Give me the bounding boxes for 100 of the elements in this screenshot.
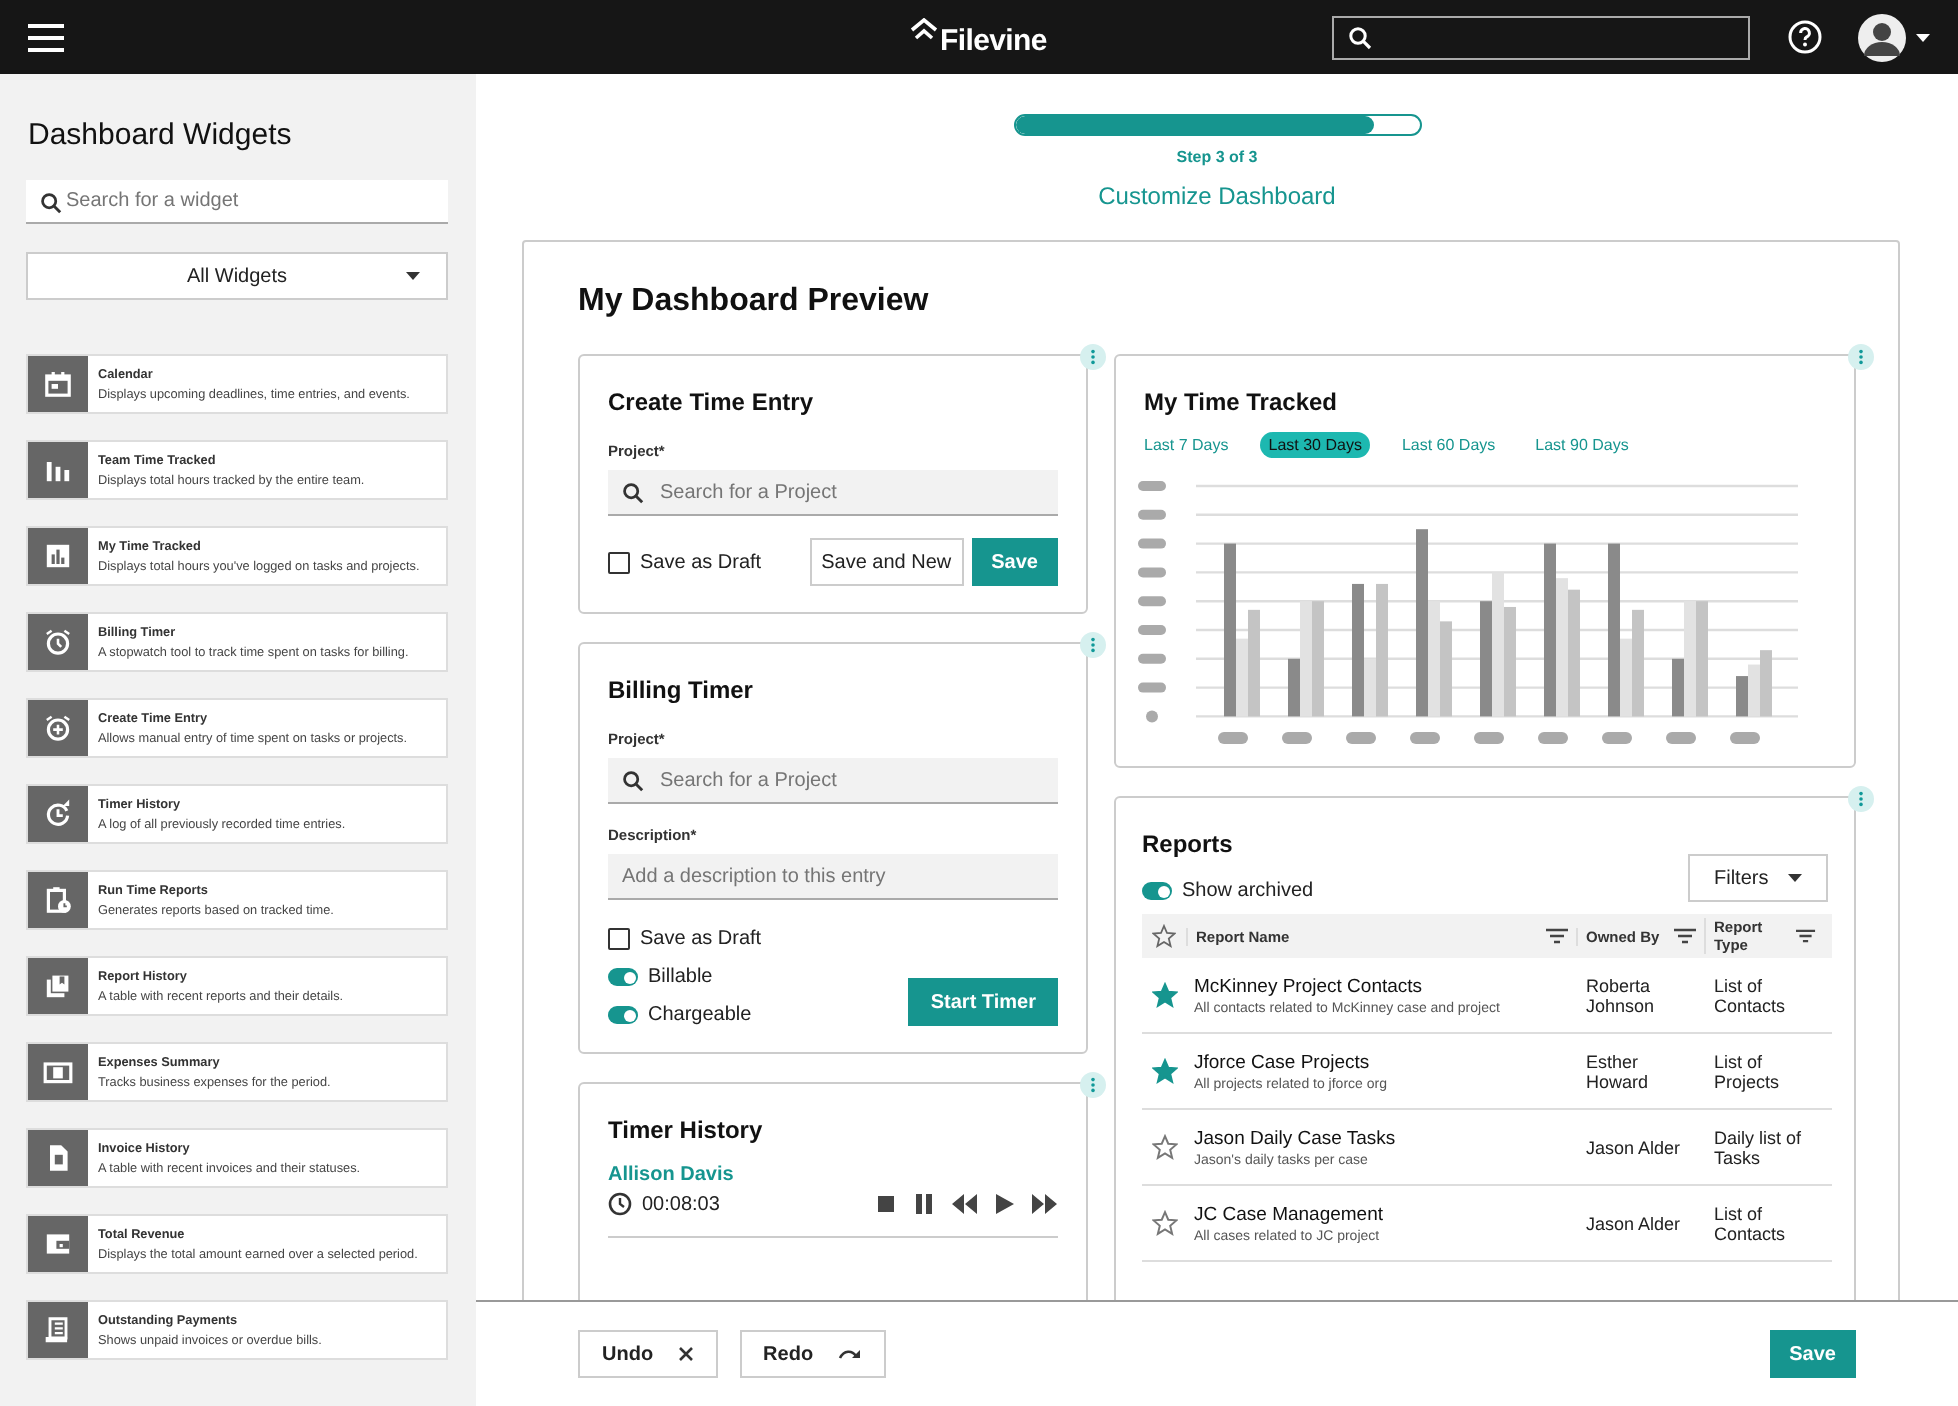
report-name[interactable]: Jason Daily Case Tasks: [1194, 1127, 1576, 1149]
card-title: Timer History: [608, 1116, 765, 1144]
search-icon: [1348, 25, 1372, 49]
step-title: Customize Dashboard: [1098, 182, 1336, 210]
range-tab[interactable]: Last 30 Days: [1260, 432, 1370, 458]
checkbox[interactable]: [608, 928, 630, 950]
range-tab[interactable]: Last 7 Days: [1136, 432, 1237, 458]
project-search-field[interactable]: Search for a Project: [608, 758, 1058, 804]
preview-title: My Dashboard Preview: [578, 284, 931, 320]
table-cell: Daily list of Tasks: [1714, 1127, 1802, 1167]
sidebar-title: Dashboard Widgets: [28, 118, 294, 152]
axis-label-placeholder: [1138, 509, 1166, 520]
save-button[interactable]: Save: [1769, 1330, 1856, 1378]
person-link[interactable]: Allison Davis: [608, 1164, 1058, 1186]
search-field[interactable]: [1332, 15, 1750, 59]
table-cell: List of Projects: [1714, 1051, 1780, 1091]
logo-text: Filevine: [940, 24, 1047, 58]
description-field[interactable]: Add a description to this entry: [608, 854, 1058, 900]
play-icon[interactable]: [996, 1194, 1014, 1214]
range-tab[interactable]: Last 60 Days: [1393, 432, 1504, 458]
axis-label-placeholder: [1538, 732, 1568, 744]
checkbox[interactable]: [608, 551, 630, 573]
toggle-label: Chargeable: [648, 1004, 752, 1026]
card-title: Reports: [1142, 830, 1235, 858]
star-filled-icon[interactable]: [1151, 982, 1177, 1008]
axis-label-placeholder: [1218, 732, 1248, 744]
elapsed-time: 00:08:03: [642, 1193, 720, 1215]
checkbox-label: Save as Draft: [640, 928, 762, 950]
more-options-icon[interactable]: [1080, 344, 1106, 370]
help-icon[interactable]: [1788, 20, 1822, 54]
rewind-icon[interactable]: [952, 1194, 978, 1214]
axis-label-placeholder: [1346, 732, 1376, 744]
search-icon: [622, 770, 644, 792]
card-title: My Time Tracked: [1144, 388, 1339, 416]
axis-label-placeholder: [1138, 567, 1166, 578]
table-cell: Roberta Johnson: [1586, 975, 1655, 1015]
clipboard-clock-icon: [42, 884, 74, 916]
star-filled-icon[interactable]: [1151, 1058, 1177, 1084]
clock-icon: [608, 1192, 632, 1216]
bar-chart-icon: [42, 540, 74, 572]
card-title: Create Time Entry: [608, 388, 815, 416]
report-name[interactable]: McKinney Project Contacts: [1194, 975, 1576, 997]
widget-search-field[interactable]: Search for a widget: [26, 180, 448, 224]
avatar-icon[interactable]: [1858, 13, 1906, 61]
report-name[interactable]: Jforce Case Projects: [1194, 1051, 1576, 1073]
caret-icon: [406, 272, 420, 280]
axis-label-placeholder: [1138, 625, 1166, 635]
filter-icon[interactable]: [1546, 928, 1568, 944]
history-icon: [42, 798, 74, 830]
wallet-icon: [42, 1228, 74, 1260]
alarm-clock-icon: [42, 626, 74, 658]
fast-forward-icon[interactable]: [1032, 1194, 1058, 1214]
calendar-icon: [42, 368, 74, 400]
project-search-field[interactable]: Search for a Project: [608, 470, 1058, 516]
table-cell: Jason Alder: [1586, 1137, 1681, 1157]
menu-icon[interactable]: [28, 23, 64, 51]
more-options-icon[interactable]: [1848, 786, 1874, 812]
caret-icon[interactable]: [1916, 33, 1930, 41]
toggle-label: Show archived: [1182, 880, 1314, 902]
filters-dropdown[interactable]: Filters: [1688, 854, 1828, 902]
search-icon: [622, 482, 644, 504]
more-options-icon[interactable]: [1080, 1072, 1106, 1098]
axis-label-placeholder: [1138, 481, 1166, 491]
save-and-new-button[interactable]: Save and New: [809, 538, 964, 586]
stop-icon[interactable]: [876, 1194, 896, 1214]
star-outline-icon: [1152, 924, 1176, 948]
caret-icon: [1788, 874, 1802, 882]
alarm-clock-plus-icon: [42, 712, 74, 744]
table-cell: List of Contacts: [1714, 975, 1786, 1015]
axis-label-placeholder: [1474, 732, 1504, 744]
start-timer-button[interactable]: Start Timer: [908, 978, 1058, 1026]
redo-button[interactable]: Redo: [739, 1330, 886, 1378]
table-cell: List of Contacts: [1714, 1203, 1786, 1243]
pause-icon[interactable]: [914, 1194, 934, 1214]
filter-icon[interactable]: [1796, 928, 1816, 944]
axis-label-placeholder: [1146, 710, 1158, 723]
axis-label-placeholder: [1282, 732, 1312, 744]
more-options-icon[interactable]: [1848, 344, 1874, 370]
table-cell: Jason Alder: [1586, 1213, 1681, 1233]
range-tab[interactable]: Last 90 Days: [1527, 432, 1637, 458]
table-cell: Esther Howard: [1586, 1051, 1649, 1091]
documents-icon: [42, 970, 74, 1002]
save-button[interactable]: Save: [971, 538, 1058, 586]
axis-label-placeholder: [1666, 732, 1696, 744]
card-title: Billing Timer: [608, 676, 755, 704]
toggle-switch[interactable]: [608, 1006, 638, 1024]
axis-label-placeholder: [1730, 732, 1760, 744]
more-options-icon[interactable]: [1080, 632, 1106, 658]
undo-button[interactable]: Undo: [578, 1330, 718, 1378]
axis-label-placeholder: [1410, 732, 1440, 744]
axis-label-placeholder: [1138, 653, 1166, 664]
widget-filter-dropdown[interactable]: All Widgets: [26, 252, 448, 300]
toggle-switch[interactable]: [1142, 882, 1172, 900]
redo-icon: [837, 1346, 862, 1362]
axis-label-placeholder: [1138, 682, 1166, 693]
filter-icon[interactable]: [1674, 928, 1696, 944]
star-outline-icon[interactable]: [1151, 1134, 1177, 1160]
toggle-switch[interactable]: [608, 968, 638, 986]
report-name[interactable]: JC Case Management: [1194, 1203, 1576, 1225]
star-outline-icon[interactable]: [1151, 1210, 1177, 1236]
